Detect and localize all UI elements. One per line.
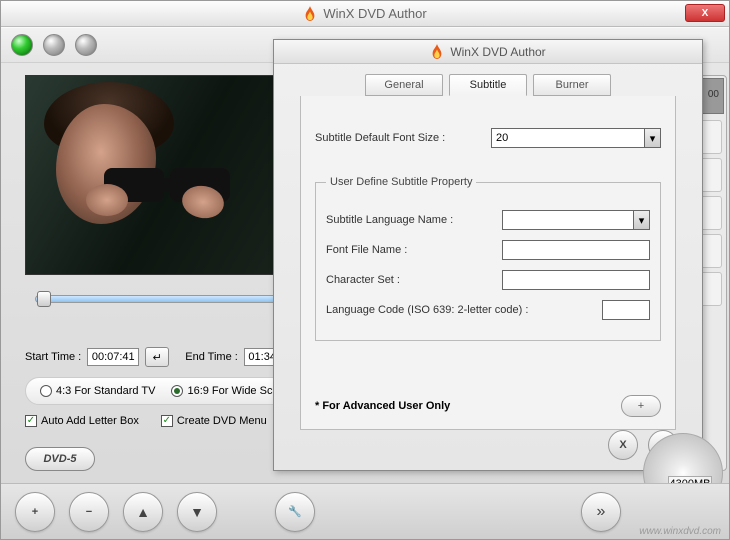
dvd-type-label: DVD-5 [43, 453, 76, 465]
extra-options-row: Auto Add Letter Box Create DVD Menu [25, 415, 267, 427]
tab-general[interactable]: General [365, 74, 443, 96]
font-file-input[interactable] [502, 240, 650, 260]
chevron-down-icon: ▾ [644, 129, 660, 147]
video-preview[interactable] [25, 75, 289, 275]
preview-image [26, 76, 288, 274]
move-down-button[interactable]: ▼ [177, 492, 217, 532]
dialog-tabs: General Subtitle Burner [274, 74, 702, 96]
radio-icon [40, 385, 52, 397]
dialog-titlebar: WinX DVD Author [274, 40, 702, 64]
aspect-43-label: 4:3 For Standard TV [56, 385, 155, 397]
footer-url: www.winxdvd.com [639, 526, 721, 537]
end-time-label: End Time : [185, 351, 238, 363]
dialog-title: WinX DVD Author [450, 45, 545, 59]
tab-general-label: General [384, 79, 423, 91]
default-font-size-value: 20 [496, 132, 508, 144]
default-font-size-row: Subtitle Default Font Size : 20 ▾ [315, 128, 661, 148]
font-file-row: Font File Name : [326, 240, 650, 260]
scrubber-track [35, 295, 285, 303]
swap-icon: ↵ [153, 351, 162, 364]
dialog-cancel-button[interactable]: X [608, 430, 638, 460]
tab-body-subtitle: Subtitle Default Font Size : 20 ▾ User D… [300, 96, 676, 430]
create-menu-label: Create DVD Menu [177, 415, 267, 427]
auto-letterbox-option[interactable]: Auto Add Letter Box [25, 415, 139, 427]
move-up-button[interactable]: ▲ [123, 492, 163, 532]
window-close-button[interactable]: X [685, 4, 725, 22]
default-font-size-label: Subtitle Default Font Size : [315, 132, 483, 144]
mode-led-2[interactable] [43, 34, 65, 56]
bottom-toolbar: + − ▲ ▼ 🔧 » [1, 483, 729, 539]
font-file-label: Font File Name : [326, 244, 494, 256]
lang-code-label: Language Code (ISO 639: 2-letter code) : [326, 304, 528, 316]
default-font-size-combo[interactable]: 20 ▾ [491, 128, 661, 148]
subtitle-lang-name-label: Subtitle Language Name : [326, 214, 494, 226]
dvd-type-badge[interactable]: DVD-5 [25, 447, 95, 471]
minus-icon: − [86, 506, 92, 518]
remove-file-button[interactable]: − [69, 492, 109, 532]
advanced-note-row: * For Advanced User Only + [315, 395, 661, 417]
double-chevron-right-icon: » [597, 503, 606, 521]
lang-code-row: Language Code (ISO 639: 2-letter code) : [326, 300, 650, 320]
subtitle-lang-name-row: Subtitle Language Name : ▾ [326, 210, 650, 230]
app-title: WinX DVD Author [323, 6, 426, 21]
plus-icon: + [638, 400, 644, 412]
charset-input[interactable] [502, 270, 650, 290]
scrubber-thumb[interactable] [37, 291, 51, 307]
start-time-input[interactable] [87, 348, 139, 366]
mode-led-1[interactable] [11, 34, 33, 56]
checkbox-icon [161, 415, 173, 427]
user-define-fieldset: User Define Subtitle Property Subtitle L… [315, 176, 661, 341]
playback-scrubber[interactable] [35, 287, 285, 309]
tab-subtitle[interactable]: Subtitle [449, 74, 527, 96]
advanced-note: * For Advanced User Only [315, 400, 450, 412]
add-subtitle-button[interactable]: + [621, 395, 661, 417]
main-titlebar: WinX DVD Author X [1, 1, 729, 27]
time-range-row: Start Time : ↵ End Time : [25, 347, 296, 367]
add-file-button[interactable]: + [15, 492, 55, 532]
app-fire-icon [430, 44, 444, 60]
tab-subtitle-label: Subtitle [470, 79, 507, 91]
main-window: WinX DVD Author X Start Time : [0, 0, 730, 540]
swap-time-button[interactable]: ↵ [145, 347, 169, 367]
tools-button[interactable]: 🔧 [275, 492, 315, 532]
checkbox-icon [25, 415, 37, 427]
mode-led-3[interactable] [75, 34, 97, 56]
start-time-label: Start Time : [25, 351, 81, 363]
file-duration-partial: 00 [708, 89, 719, 100]
chevron-up-icon: ▲ [136, 504, 150, 520]
auto-letterbox-label: Auto Add Letter Box [41, 415, 139, 427]
wrench-icon: 🔧 [288, 505, 302, 518]
tab-burner-label: Burner [555, 79, 588, 91]
plus-icon: + [32, 506, 38, 518]
chevron-down-icon: ▼ [190, 504, 204, 520]
charset-row: Character Set : [326, 270, 650, 290]
subtitle-lang-name-combo[interactable]: ▾ [502, 210, 650, 230]
user-define-legend: User Define Subtitle Property [326, 176, 476, 188]
tab-burner[interactable]: Burner [533, 74, 611, 96]
cancel-icon: X [619, 439, 626, 451]
next-step-button[interactable]: » [581, 492, 621, 532]
app-fire-icon [303, 6, 317, 22]
aspect-43-option[interactable]: 4:3 For Standard TV [40, 385, 155, 397]
create-menu-option[interactable]: Create DVD Menu [161, 415, 267, 427]
radio-icon [171, 385, 183, 397]
charset-label: Character Set : [326, 274, 494, 286]
aspect-ratio-group: 4:3 For Standard TV 16:9 For Wide Screen [25, 377, 310, 405]
settings-dialog: WinX DVD Author General Subtitle Burner … [273, 39, 703, 471]
lang-code-input[interactable] [602, 300, 650, 320]
chevron-down-icon: ▾ [633, 211, 649, 229]
